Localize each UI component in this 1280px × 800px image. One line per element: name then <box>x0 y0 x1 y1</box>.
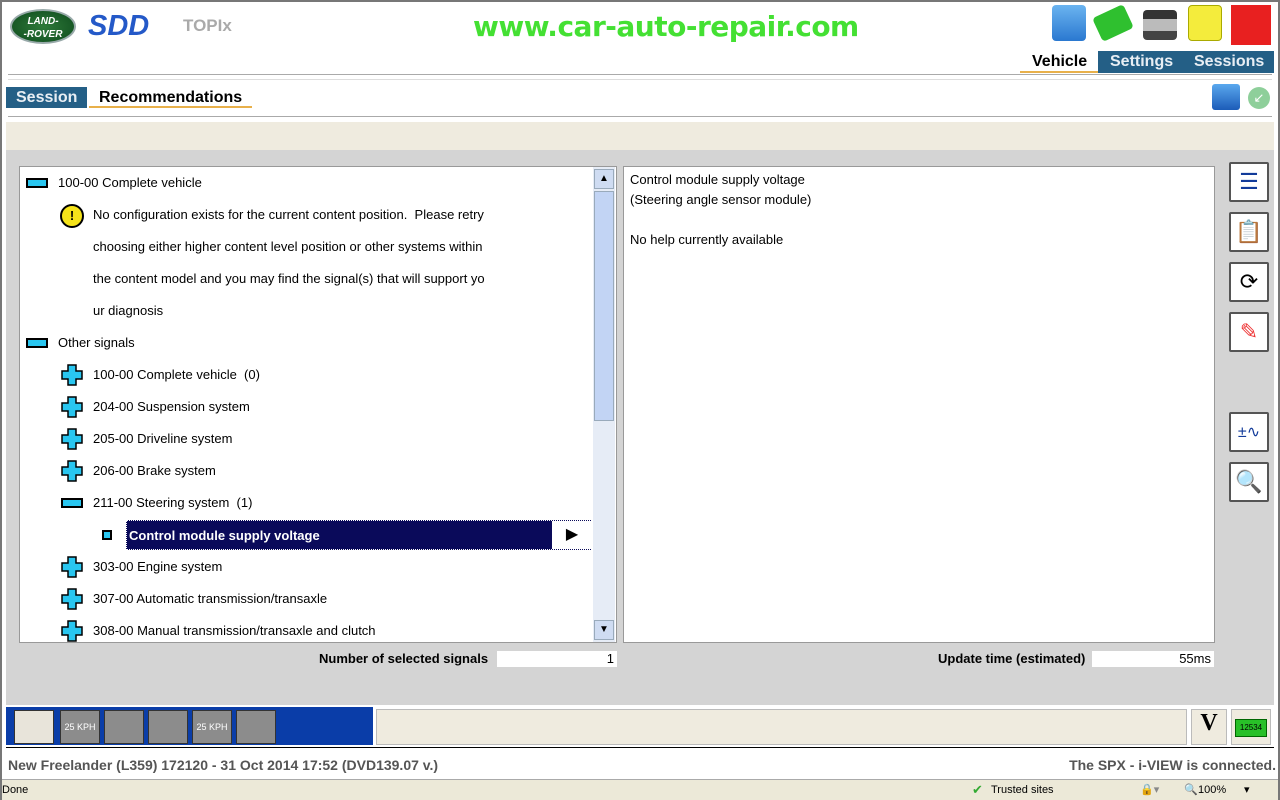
tree-item[interactable]: 211-00 Steering system (1) <box>93 487 252 519</box>
security-zone: Trusted sites <box>991 784 1054 796</box>
refresh-icon[interactable]: ⟳ <box>1229 262 1269 302</box>
message-area <box>376 709 1187 745</box>
scroll-thumb[interactable] <box>594 191 614 421</box>
selected-signals-label: Number of selected signals <box>319 651 489 666</box>
help-title: Control module supply voltage <box>630 172 805 187</box>
help-panel: Control module supply voltage (Steering … <box>623 166 1215 643</box>
zoom-dropdown-icon[interactable]: ▾ <box>1244 783 1250 796</box>
expand-icon[interactable] <box>61 588 83 610</box>
tab-recommendations[interactable]: Recommendations <box>89 87 253 108</box>
tree-root[interactable]: 100-00 Complete vehicle <box>58 167 202 199</box>
tree-other-signals[interactable]: Other signals <box>58 327 135 359</box>
zoom-level[interactable]: 100% <box>1198 784 1226 796</box>
browser-status: Done <box>2 784 29 796</box>
collapse-icon[interactable] <box>61 498 83 508</box>
info-bar <box>6 122 1274 150</box>
expand-icon[interactable] <box>61 620 83 642</box>
expand-icon[interactable] <box>61 396 83 418</box>
expand-icon[interactable] <box>61 460 83 482</box>
camera-computer-icon[interactable] <box>1212 84 1240 110</box>
update-time-label: Update time (estimated) <box>938 651 1086 666</box>
back-arrow-icon[interactable]: ↙ <box>1248 87 1270 109</box>
signal-tree: 100-00 Complete vehicle ! No configurati… <box>19 166 617 643</box>
watermark: www.car-auto-repair.com <box>473 10 859 43</box>
divider <box>8 79 1272 80</box>
clipboard-icon[interactable]: 📋 <box>1229 212 1269 252</box>
routines-button[interactable] <box>148 710 188 744</box>
warning-text: the content model and you may find the s… <box>93 271 485 286</box>
tab-sessions[interactable]: Sessions <box>1182 51 1274 73</box>
divider <box>8 116 1272 117</box>
help-module: (Steering angle sensor module) <box>630 192 812 207</box>
tree-item[interactable]: 308-00 Manual transmission/transaxle and… <box>93 615 376 642</box>
play-arrow-icon[interactable]: ▶ <box>552 521 592 549</box>
vehicle-status: New Freelander (L359) 172120 - 31 Oct 20… <box>8 757 439 773</box>
expand-icon[interactable] <box>61 364 83 386</box>
warning-text: ur diagnosis <box>93 303 164 318</box>
notes-icon[interactable] <box>1188 5 1222 41</box>
battery-charger-icon[interactable] <box>1143 10 1177 40</box>
tree-item[interactable]: 307-00 Automatic transmission/transaxle <box>93 583 327 615</box>
lock-icon[interactable]: 🔒▾ <box>1140 783 1159 796</box>
warning-text: No configuration exists for the current … <box>93 207 484 222</box>
scroll-up-button[interactable]: ▲ <box>594 169 614 189</box>
eraser-icon[interactable]: ✎ <box>1229 312 1269 352</box>
divider <box>8 74 1272 75</box>
selected-signal-label: Control module supply voltage <box>129 528 320 543</box>
recorder-button[interactable] <box>236 710 276 744</box>
tree-item[interactable]: 205-00 Driveline system <box>93 423 232 455</box>
tree-item[interactable]: 204-00 Suspension system <box>93 391 250 423</box>
collapse-icon[interactable] <box>26 178 48 188</box>
scroll-down-button[interactable]: ▼ <box>594 620 614 640</box>
zoom-signal-icon[interactable]: ±∿ <box>1229 412 1269 452</box>
adjust-button[interactable] <box>104 710 144 744</box>
selected-signals-value: 1 <box>497 651 617 667</box>
check-icon: ✔ <box>972 782 983 797</box>
oscilloscope-icon[interactable] <box>1052 5 1086 41</box>
list-icon[interactable]: ☰ <box>1229 162 1269 202</box>
tree-item[interactable]: 206-00 Brake system <box>93 455 216 487</box>
warning-text: choosing either higher content level pos… <box>93 239 483 254</box>
divider <box>6 747 1274 748</box>
update-time-value: 55ms <box>1092 651 1214 667</box>
vehicle-icon[interactable] <box>1092 4 1134 42</box>
shutdown-icon[interactable] <box>1231 5 1271 45</box>
search-document-icon[interactable]: 🔍 <box>1229 462 1269 502</box>
expand-icon[interactable] <box>61 556 83 578</box>
voltage-icon[interactable]: V <box>1191 709 1227 745</box>
help-text: No help currently available <box>630 232 784 247</box>
connection-status: The SPX - i-VIEW is connected. <box>1069 757 1276 773</box>
tab-settings[interactable]: Settings <box>1098 51 1186 73</box>
battery-value: 12534 <box>1235 719 1267 737</box>
warning-icon: ! <box>60 204 84 228</box>
topix-label: TOPIx <box>183 16 232 35</box>
land-rover-logo: LAND- -ROVER <box>10 9 76 44</box>
signal-list-button[interactable] <box>14 710 54 744</box>
collapse-icon[interactable] <box>26 338 48 348</box>
tree-item[interactable]: 100-00 Complete vehicle (0) <box>93 359 260 391</box>
scrollbar[interactable]: ▲ ▼ <box>593 167 615 642</box>
tree-item[interactable]: 303-00 Engine system <box>93 551 222 583</box>
gauge-button[interactable]: 25 KPH <box>60 710 100 744</box>
expand-icon[interactable] <box>61 428 83 450</box>
leaf-icon <box>102 530 112 540</box>
selected-signal[interactable]: Control module supply voltage ▶ <box>126 520 592 550</box>
app-name: SDD <box>88 10 150 42</box>
zoom-icon[interactable]: 🔍 <box>1184 783 1198 796</box>
browser-status-bar: Done ✔ Trusted sites 🔒▾ 🔍 100% ▾ <box>0 779 1280 800</box>
graph-button[interactable]: 25 KPH <box>192 710 232 744</box>
tab-session[interactable]: Session <box>6 87 88 108</box>
battery-icon: 12534 <box>1231 709 1271 745</box>
tab-vehicle[interactable]: Vehicle <box>1020 51 1100 73</box>
